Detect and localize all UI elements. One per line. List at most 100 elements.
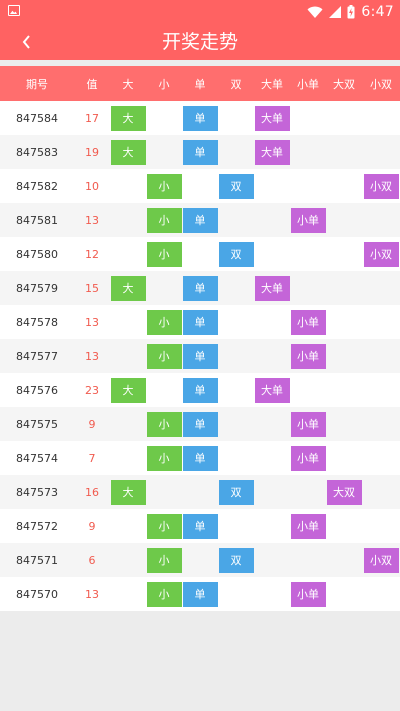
signal-chip: 单: [182, 377, 218, 403]
signal-cell: [362, 203, 400, 237]
draw-value: 13: [85, 213, 99, 227]
signal-cell: [290, 543, 326, 577]
draw-value: 16: [85, 485, 99, 499]
signal-cell: 大单: [254, 271, 290, 305]
signal-chip: 小单: [290, 343, 326, 369]
draw-value: 13: [85, 587, 99, 601]
signal-chip: 单: [182, 275, 218, 301]
back-button[interactable]: [12, 28, 40, 56]
empty-background: [0, 611, 400, 711]
signal-cell: 双: [218, 475, 254, 509]
signal-cell: [326, 169, 362, 203]
signal-cell: 大: [110, 101, 146, 135]
signal-chip: 小: [146, 445, 182, 471]
signal-cell: [254, 237, 290, 271]
signal-cell: [146, 101, 182, 135]
signal-cell: [326, 373, 362, 407]
signal-cell: [326, 237, 362, 271]
signal-cell: [290, 271, 326, 305]
table-row: 847574 7 小单 小单: [0, 441, 400, 475]
signal-cell: [254, 509, 290, 543]
signal-cell: [110, 339, 146, 373]
column-header: 小: [158, 77, 170, 91]
column-header: 双: [230, 77, 242, 91]
table-row: 847582 10 小双小双: [0, 169, 400, 203]
table-row: 847572 9 小单 小单: [0, 509, 400, 543]
signal-cell: [254, 407, 290, 441]
signal-cell: 大: [110, 475, 146, 509]
signal-cell: [110, 169, 146, 203]
draw-value: 23: [85, 383, 99, 397]
period-number: 847582: [16, 179, 58, 193]
signal-chip: 单: [182, 343, 218, 369]
signal-chip: 小: [146, 207, 182, 233]
signal-cell: [218, 441, 254, 475]
signal-cell: [362, 509, 400, 543]
signal-cell: [110, 577, 146, 611]
period-number: 847575: [16, 417, 58, 431]
signal-cell: 小: [146, 577, 182, 611]
signal-cell: 小双: [362, 237, 400, 271]
signal-cell: [362, 475, 400, 509]
period-number: 847576: [16, 383, 58, 397]
signal-chip: 小单: [290, 207, 326, 233]
table-row: 847584 17 大单大单: [0, 101, 400, 135]
draw-value: 15: [85, 281, 99, 295]
signal-cell: [110, 543, 146, 577]
period-number: 847583: [16, 145, 58, 159]
table-row: 847580 12 小双小双: [0, 237, 400, 271]
signal-cell: [326, 101, 362, 135]
signal-cell: [290, 373, 326, 407]
signal-chip: 单: [182, 513, 218, 539]
draw-value: 12: [85, 247, 99, 261]
column-header: 大双: [333, 77, 355, 91]
table-row: 847581 13 小单 小单: [0, 203, 400, 237]
page-title: 开奖走势: [161, 31, 238, 53]
column-header: 单: [194, 77, 206, 91]
app-bar: 开奖走势: [0, 24, 400, 60]
column-header: 小双: [370, 77, 392, 91]
signal-cell: [254, 475, 290, 509]
table-row: 847583 19 大单大单: [0, 135, 400, 169]
signal-cell: 小: [146, 237, 182, 271]
signal-cell: 单: [182, 271, 218, 305]
signal-cell: 大: [110, 135, 146, 169]
signal-cell: [290, 135, 326, 169]
trend-table-body: 847584 17 大单大单 847583 19 大单大单 847582 10 小双小双 8475…: [0, 101, 400, 611]
draw-value: 6: [88, 553, 96, 567]
signal-cell: [362, 339, 400, 373]
signal-cell: [254, 543, 290, 577]
signal-chip: 双: [218, 547, 254, 573]
signal-cell: 小: [146, 305, 182, 339]
signal-cell: [326, 509, 362, 543]
draw-value: 17: [85, 111, 99, 125]
signal-cell: [290, 169, 326, 203]
period-number: 847584: [16, 111, 58, 125]
battery-charging-icon: [347, 5, 355, 19]
signal-chip: 大: [110, 139, 146, 165]
signal-chip: 大单: [254, 377, 290, 403]
signal-cell: 小单: [290, 203, 326, 237]
draw-value: 13: [85, 349, 99, 363]
signal-cell: [362, 271, 400, 305]
signal-cell: 小单: [290, 407, 326, 441]
signal-cell: [326, 305, 362, 339]
signal-chip: 小单: [290, 445, 326, 471]
table-row: 847575 9 小单 小单: [0, 407, 400, 441]
signal-cell: [362, 101, 400, 135]
wifi-icon: [307, 6, 323, 18]
signal-chip: 单: [182, 139, 218, 165]
signal-cell: 大双: [326, 475, 362, 509]
signal-cell: [110, 203, 146, 237]
signal-cell: [290, 475, 326, 509]
signal-cell: [182, 475, 218, 509]
signal-cell: [254, 203, 290, 237]
column-header: 值: [86, 77, 98, 91]
signal-cell: 小: [146, 543, 182, 577]
signal-cell: 小: [146, 509, 182, 543]
signal-chip: 小: [146, 581, 182, 607]
signal-chip: 小: [146, 547, 182, 573]
signal-cell: 小双: [362, 543, 400, 577]
signal-cell: [254, 577, 290, 611]
signal-chip: 双: [218, 479, 254, 505]
